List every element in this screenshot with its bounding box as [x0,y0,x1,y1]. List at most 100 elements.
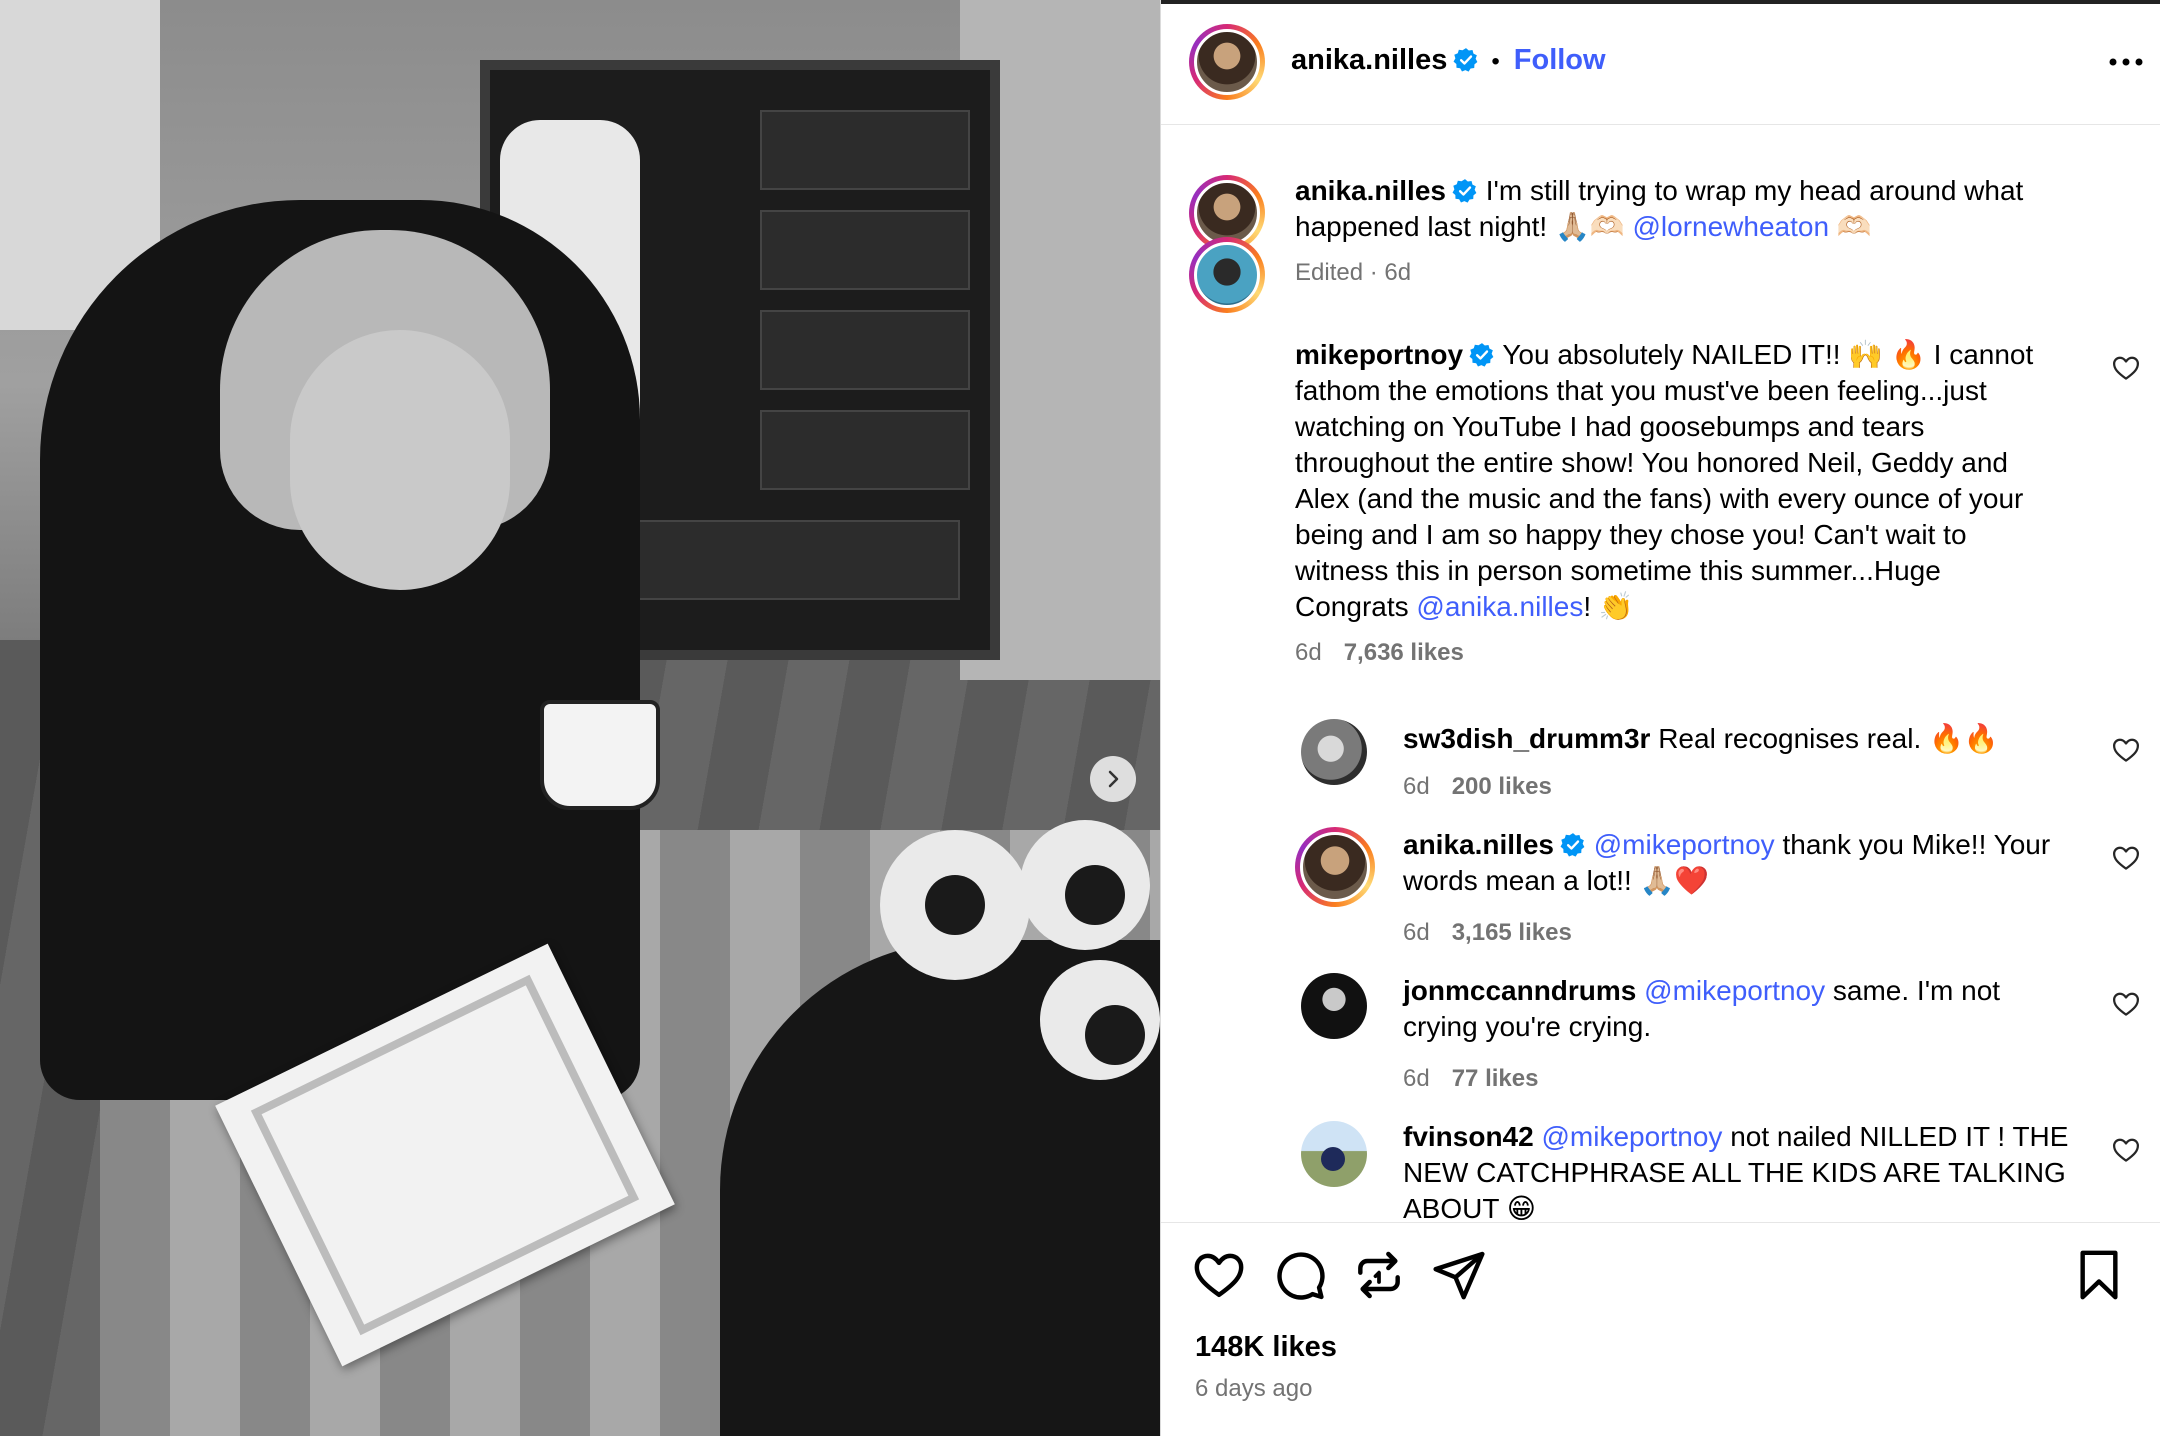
heart-icon [2113,356,2139,380]
share-icon [1433,1251,1485,1300]
repost-button[interactable] [1351,1247,1407,1303]
comment-meta: 6d 7,636 likes [1295,639,1464,667]
comment-text: being and I am so happy they chose you! … [1295,519,1967,550]
author-username[interactable]: anika.nilles [1291,44,1447,76]
trunk-drawer [760,310,970,390]
comment-username[interactable]: mikeportnoy [1295,339,1463,370]
comment-text: watching on YouTube I had goosebumps and… [1295,411,1925,442]
verified-badge-icon [1453,48,1478,72]
comment-time: 6d [1403,773,1430,800]
heart-icon [1194,1253,1244,1298]
comment-username[interactable]: fvinson42 [1403,1121,1534,1152]
comment-text: ABOUT 😁 [1403,1193,1536,1224]
comment-username[interactable]: sw3dish_drumm3r [1403,723,1650,754]
comment-like-button[interactable] [2111,1135,2141,1165]
avatar[interactable] [1301,719,1367,785]
trunk-drawer [760,210,970,290]
avatar[interactable] [1295,827,1375,907]
post-side-panel: anika.nilles • Follow anika.nilles I'm sti… [1160,0,2160,1436]
comment-likes[interactable]: 77 likes [1452,1065,1539,1092]
caption: anika.nilles I'm still trying to wrap my… [1295,173,2115,245]
comment-text: NEW CATCHPHRASE ALL THE KIDS ARE TALKING [1403,1157,2066,1188]
comment-button[interactable] [1271,1247,1327,1303]
avatar[interactable] [1189,237,1265,313]
heart-icon [2113,992,2139,1016]
save-button[interactable] [2071,1247,2127,1303]
avatar[interactable] [1301,973,1367,1039]
comment-like-button[interactable] [2111,843,2141,873]
comment-likes[interactable]: 7,636 likes [1344,639,1464,666]
comment-text: ! 👏 [1583,591,1634,622]
heart-icon [2113,1138,2139,1162]
comment-text: words mean a lot!! 🙏🏼❤️ [1403,865,1710,896]
verified-badge-icon [1452,179,1477,203]
comments-list[interactable]: anika.nilles I'm still trying to wrap my… [1161,125,2160,1225]
heart-icon [2113,846,2139,870]
comment-text: thank you Mike!! Your [1774,829,2051,860]
comment: anika.nilles @mikeportnoy thank you Mike… [1403,827,2103,899]
photo-sunflower [880,830,1030,980]
chevron-right-icon [1108,770,1119,788]
repost-icon [1358,1251,1400,1299]
comment-time: 6d [1403,919,1430,946]
comment-text: You absolutely NAILED IT!! 🙌 🔥 I cannot [1502,339,2034,370]
photo-sunflower [1040,960,1160,1080]
trunk-drawer [760,110,970,190]
share-button[interactable] [1431,1247,1487,1303]
post-actions: 148K likes 6 days ago [1161,1222,2160,1437]
comment: mikeportnoy You absolutely NAILED IT!! 🙌… [1295,337,2085,625]
photo-face [290,330,510,590]
comment-icon [1277,1252,1325,1300]
header-author: anika.nilles • Follow [1291,44,1606,76]
comment-username[interactable]: jonmccanndrums [1403,975,1636,1006]
comment-text: not nailed NILLED IT ! THE [1722,1121,2069,1152]
caption-text: happened last night! 🙏🏼🫶🏻 [1295,211,1625,242]
comment-like-button[interactable] [2111,989,2141,1019]
caption-text: I'm still trying to wrap my head around … [1485,175,2024,206]
caption-username[interactable]: anika.nilles [1295,175,1446,206]
comment-likes[interactable]: 3,165 likes [1452,919,1572,946]
comment-mention-link[interactable]: @mikeportnoy [1594,829,1775,860]
comment-likes[interactable]: 200 likes [1452,773,1552,800]
comment-time: 6d [1295,639,1322,666]
photo-sunflower [1020,820,1150,950]
comment-like-button[interactable] [2111,735,2141,765]
next-photo-button[interactable] [1090,756,1136,802]
comment: jonmccanndrums @mikeportnoy same. I'm no… [1403,973,2103,1045]
comment-text: Congrats [1295,591,1417,622]
avatar[interactable] [1189,24,1265,100]
comment: sw3dish_drumm3r Real recognises real. 🔥🔥 [1403,721,2103,757]
post-photo [0,0,1160,1436]
bookmark-icon [2080,1250,2118,1300]
photo-mug [540,700,660,810]
comment-mention-link[interactable]: @anika.nilles [1416,591,1583,622]
comment-mention-link[interactable]: @mikeportnoy [1541,1121,1722,1152]
comment-meta: 6d 77 likes [1403,1065,1538,1093]
comment-meta: 6d 200 likes [1403,773,1552,801]
post-header: anika.nilles • Follow [1161,0,2160,125]
post-date: 6 days ago [1195,1375,1313,1402]
comment-text: same. I'm not [1825,975,2001,1006]
comment-meta: 6d 3,165 likes [1403,919,1572,947]
verified-badge-icon [1469,343,1494,367]
comment-text: throughout the entire show! You honored … [1295,447,2008,478]
comment-text: Real recognises real. 🔥🔥 [1658,723,1999,754]
like-button[interactable] [1191,1247,1247,1303]
heart-icon [2113,738,2139,762]
comment: fvinson42 @mikeportnoy not nailed NILLED… [1403,1119,2103,1225]
follow-button[interactable]: Follow [1514,44,1606,76]
post-likes-count[interactable]: 148K likes [1195,1331,1337,1364]
more-options-icon [2109,58,2143,66]
avatar[interactable] [1301,1121,1367,1187]
comment-text: fathom the emotions that you must've bee… [1295,375,1987,406]
comment-text: witness this in person sometime this sum… [1295,555,1941,586]
comment-like-button[interactable] [2111,353,2141,383]
caption-meta: Edited · 6d [1295,259,1412,286]
comment-text: Alex (and the music and the fans) with e… [1295,483,2024,514]
more-options-button[interactable] [2101,42,2151,82]
comment-username[interactable]: anika.nilles [1403,829,1554,860]
trunk-drawer [760,410,970,490]
comment-mention-link[interactable]: @mikeportnoy [1644,975,1825,1006]
caption-mention-link[interactable]: @lornewheaton [1633,211,1830,242]
caption-emoji: 🫶🏻 [1836,211,1872,242]
